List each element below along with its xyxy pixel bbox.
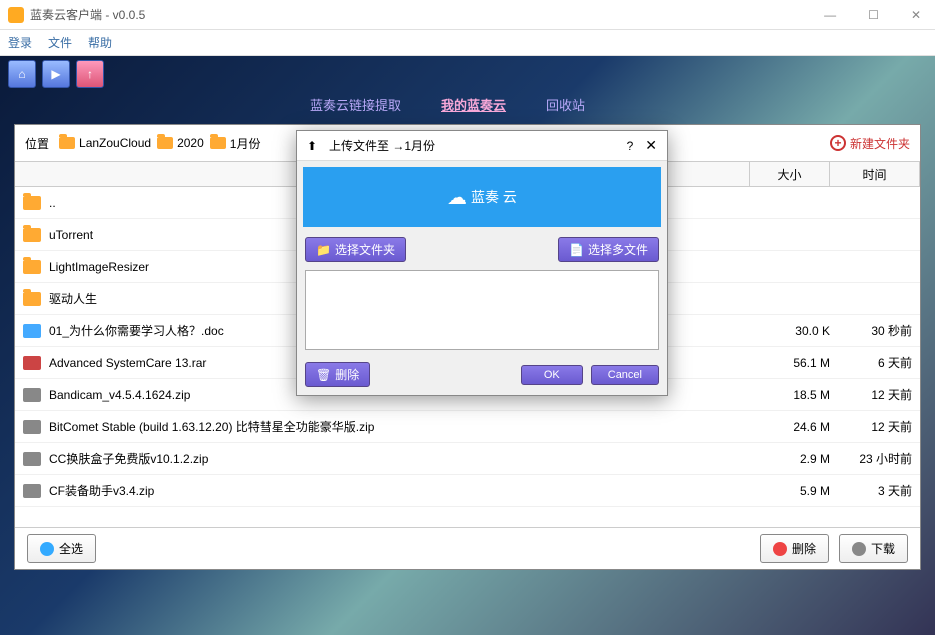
main-tabs: 蓝奏云链接提取 我的蓝奏云 回收站	[300, 92, 935, 118]
file-name: BitComet Stable (build 1.63.12.20) 比特彗星全…	[49, 418, 758, 435]
folder-icon	[59, 137, 75, 149]
maximize-button[interactable]: ☐	[862, 4, 885, 26]
file-size: 24.6 M	[758, 420, 830, 434]
file-type-icon	[23, 388, 41, 402]
file-type-icon	[23, 196, 41, 210]
folder-icon: 📁	[316, 243, 331, 257]
file-time: 30 秒前	[830, 322, 912, 339]
trash-icon: 🗑	[316, 368, 331, 382]
dialog-titlebar: ⬆ 上传文件至 → 1月份 ? ✕	[297, 131, 667, 161]
dialog-file-list[interactable]	[305, 270, 659, 350]
col-time[interactable]: 时间	[830, 162, 920, 186]
file-time: 6 天前	[830, 354, 912, 371]
file-time: 3 天前	[830, 482, 912, 499]
trash-icon	[773, 542, 787, 556]
check-icon	[40, 542, 54, 556]
file-type-icon	[23, 420, 41, 434]
new-folder-button[interactable]: + 新建文件夹	[830, 135, 910, 152]
toolbar-upload-button[interactable]: ↑	[76, 60, 104, 88]
tab-mine[interactable]: 我的蓝奏云	[431, 91, 516, 118]
table-row[interactable]: BitComet Stable (build 1.63.12.20) 比特彗星全…	[15, 411, 920, 443]
file-size: 2.9 M	[758, 452, 830, 466]
file-time: 23 小时前	[830, 450, 912, 467]
table-row[interactable]: CF装备助手v3.4.zip5.9 M3 天前	[15, 475, 920, 507]
toolbar-home-button[interactable]: ⌂	[8, 60, 36, 88]
breadcrumb-label: 位置	[25, 135, 49, 152]
dialog-action-row: 🗑删除 OK Cancel	[297, 354, 667, 395]
file-size: 56.1 M	[758, 356, 830, 370]
menu-help[interactable]: 帮助	[88, 34, 112, 51]
dialog-cancel-button[interactable]: Cancel	[591, 365, 659, 385]
file-time: 12 天前	[830, 418, 912, 435]
app-logo-icon	[8, 7, 24, 23]
breadcrumb-item[interactable]: LanZouCloud	[59, 136, 151, 150]
toolbar-nav-button[interactable]: ▶	[42, 60, 70, 88]
file-type-icon	[23, 260, 41, 274]
select-folder-button[interactable]: 📁选择文件夹	[305, 237, 406, 262]
dialog-banner: 蓝奏 云	[303, 167, 661, 227]
dialog-help-button[interactable]: ?	[627, 139, 634, 153]
folder-icon	[210, 137, 226, 149]
close-button[interactable]: ✕	[905, 4, 927, 26]
file-type-icon	[23, 484, 41, 498]
file-type-icon	[23, 292, 41, 306]
table-row[interactable]: CC换肤盒子免费版v10.1.2.zip2.9 M23 小时前	[15, 443, 920, 475]
file-type-icon	[23, 324, 41, 338]
download-icon	[852, 542, 866, 556]
upload-icon: ⬆	[307, 139, 321, 153]
file-size: 30.0 K	[758, 324, 830, 338]
minimize-button[interactable]: —	[818, 4, 842, 26]
select-files-button[interactable]: 📄选择多文件	[558, 237, 659, 262]
file-type-icon	[23, 356, 41, 370]
window-controls: — ☐ ✕	[818, 4, 927, 26]
dialog-close-button[interactable]: ✕	[645, 137, 657, 154]
select-all-button[interactable]: 全选	[27, 534, 96, 563]
titlebar: 蓝奏云客户端 - v0.0.5 — ☐ ✕	[0, 0, 935, 30]
lanzou-logo: 蓝奏 云	[447, 185, 517, 210]
menu-login[interactable]: 登录	[8, 34, 32, 51]
breadcrumb-item[interactable]: 2020	[157, 136, 204, 150]
file-name: CF装备助手v3.4.zip	[49, 482, 758, 499]
folder-icon	[157, 137, 173, 149]
dialog-delete-button[interactable]: 🗑删除	[305, 362, 370, 387]
dialog-ok-button[interactable]: OK	[521, 365, 583, 385]
upload-dialog: ⬆ 上传文件至 → 1月份 ? ✕ 蓝奏 云 📁选择文件夹 📄选择多文件 🗑删除…	[296, 130, 668, 396]
window-title: 蓝奏云客户端 - v0.0.5	[30, 6, 145, 23]
col-size[interactable]: 大小	[750, 162, 830, 186]
toolbar: ⌂ ▶ ↑	[0, 56, 935, 92]
file-time: 12 天前	[830, 386, 912, 403]
breadcrumb-item[interactable]: 1月份	[210, 135, 261, 152]
tab-recycle[interactable]: 回收站	[536, 91, 595, 118]
file-size: 18.5 M	[758, 388, 830, 402]
file-type-icon	[23, 452, 41, 466]
menu-file[interactable]: 文件	[48, 34, 72, 51]
download-button[interactable]: 下载	[839, 534, 908, 563]
file-size: 5.9 M	[758, 484, 830, 498]
dialog-title-prefix: 上传文件至 →	[329, 137, 404, 154]
tab-extract[interactable]: 蓝奏云链接提取	[300, 91, 411, 118]
file-type-icon	[23, 228, 41, 242]
files-icon: 📄	[569, 243, 584, 257]
menubar: 登录 文件 帮助	[0, 30, 935, 56]
file-name: CC换肤盒子免费版v10.1.2.zip	[49, 450, 758, 467]
panel-footer: 全选 删除 下载	[15, 527, 920, 569]
dialog-title-target: 1月份	[404, 137, 435, 154]
dialog-select-row: 📁选择文件夹 📄选择多文件	[297, 233, 667, 266]
delete-button[interactable]: 删除	[760, 534, 829, 563]
plus-icon: +	[830, 135, 846, 151]
